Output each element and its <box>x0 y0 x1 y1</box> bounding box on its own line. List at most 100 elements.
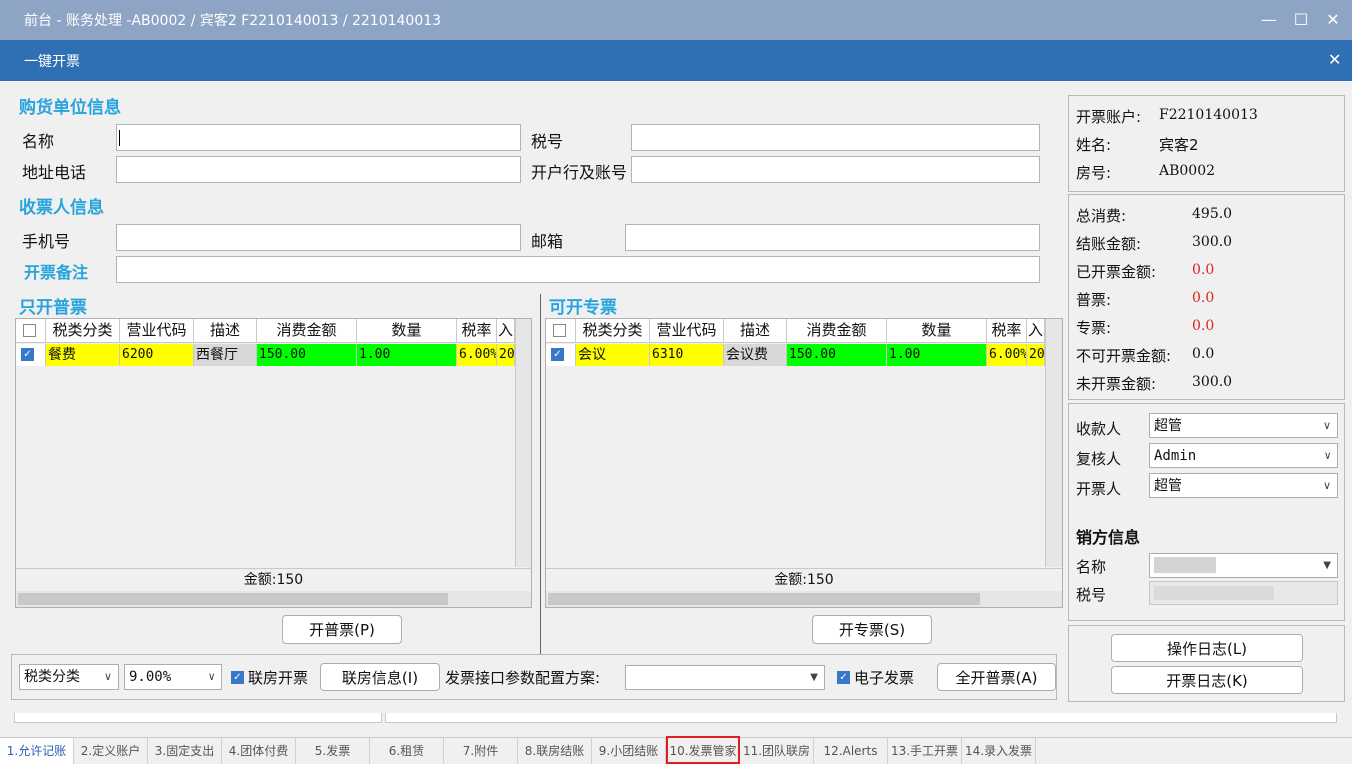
chevron-down-icon: ∨ <box>1324 449 1331 462</box>
col-header[interactable]: 营业代码 <box>650 319 724 343</box>
dialog-header: 一键开票 ✕ <box>0 40 1352 81</box>
reviewer-select[interactable]: Admin ∨ <box>1149 443 1338 468</box>
table-cell[interactable]: 会议 <box>576 344 650 366</box>
seller-name-label: 名称 <box>1076 558 1107 576</box>
tab-11[interactable]: 11.团队联房 <box>740 738 814 764</box>
tax-rate-select[interactable]: 9.00% ∨ <box>124 664 222 690</box>
tab-13[interactable]: 13.手工开票 <box>888 738 962 764</box>
tab-1[interactable]: 1.允许记账 <box>0 738 74 764</box>
tab-7[interactable]: 7.附件 <box>444 738 518 764</box>
tax-rate-value: 9.00% <box>129 669 172 685</box>
receiver-section-title: 收票人信息 <box>19 198 104 218</box>
tab-5[interactable]: 5.发票 <box>296 738 370 764</box>
table-cell[interactable]: 6310 <box>650 344 724 366</box>
vertical-scrollbar[interactable] <box>1045 319 1062 567</box>
table-cell[interactable]: 会议费 <box>724 344 787 366</box>
phone-input[interactable] <box>116 224 521 251</box>
row-checkbox[interactable]: ✓ <box>21 348 34 361</box>
horizontal-scrollbar[interactable] <box>16 591 531 607</box>
table-cell[interactable]: 20 <box>1027 344 1045 366</box>
issue-all-normal-button[interactable]: 全开普票(A) <box>937 663 1056 691</box>
invoice-log-button[interactable]: 开票日志(K) <box>1111 666 1303 694</box>
horizontal-scrollbar[interactable] <box>546 591 1062 607</box>
chevron-down-icon: ∨ <box>208 670 215 683</box>
select-all-checkbox[interactable] <box>553 324 566 337</box>
col-header[interactable]: 消费金额 <box>787 319 887 343</box>
operation-log-button[interactable]: 操作日志(L) <box>1111 634 1303 662</box>
col-header[interactable]: 入 <box>497 319 515 343</box>
summary-value: 300.0 <box>1192 374 1233 390</box>
buyer-taxno-input[interactable] <box>631 124 1040 151</box>
buyer-bank-input[interactable] <box>631 156 1040 183</box>
col-header[interactable]: 税率 <box>457 319 497 343</box>
einvoice-checkbox[interactable]: ✓ <box>837 671 850 684</box>
vertical-scrollbar[interactable] <box>515 319 531 567</box>
special-invoice-total: 金额:150 <box>546 568 1062 590</box>
tab-6[interactable]: 6.租赁 <box>370 738 444 764</box>
tab-3[interactable]: 3.固定支出 <box>148 738 222 764</box>
col-header[interactable]: 描述 <box>194 319 257 343</box>
email-label: 邮箱 <box>531 232 564 251</box>
payee-select[interactable]: 超管 ∨ <box>1149 413 1338 438</box>
seller-section-title: 销方信息 <box>1076 528 1141 547</box>
tab-2[interactable]: 2.定义账户 <box>74 738 148 764</box>
col-header[interactable]: 消费金额 <box>257 319 357 343</box>
tab-8[interactable]: 8.联房结账 <box>518 738 592 764</box>
maximize-icon[interactable]: ☐ <box>1288 8 1314 32</box>
issue-special-invoice-button[interactable]: 开专票(S) <box>812 615 932 644</box>
tax-category-select[interactable]: 税类分类 ∨ <box>19 664 119 690</box>
select-all-checkbox[interactable] <box>23 324 36 337</box>
joint-room-checkbox-label[interactable]: 联房开票 <box>248 667 308 688</box>
tab-4[interactable]: 4.团体付费 <box>222 738 296 764</box>
table-cell[interactable]: 1.00 <box>357 344 457 366</box>
special-invoice-grid: 税类分类 营业代码 描述 消费金额 数量 税率 入 ✓ 会议 6310 会议费 … <box>545 318 1063 608</box>
table-cell[interactable]: 6.00% <box>987 344 1027 366</box>
col-header[interactable]: 描述 <box>724 319 787 343</box>
col-header[interactable]: 数量 <box>887 319 987 343</box>
col-header[interactable]: 入 <box>1027 319 1045 343</box>
dialog-title: 一键开票 <box>24 54 80 70</box>
buyer-name-input[interactable] <box>116 124 521 151</box>
col-header[interactable]: 税率 <box>987 319 1027 343</box>
email-input[interactable] <box>625 224 1040 251</box>
col-header[interactable]: 数量 <box>357 319 457 343</box>
col-header[interactable]: 营业代码 <box>120 319 194 343</box>
room-value: AB0002 <box>1159 163 1216 179</box>
seller-name-select[interactable]: ▼ <box>1149 553 1338 578</box>
table-cell[interactable]: 6.00% <box>457 344 497 366</box>
col-header[interactable]: 税类分类 <box>576 319 650 343</box>
special-invoice-section-title: 可开专票 <box>549 298 617 318</box>
scheme-select[interactable]: ▼ <box>625 665 825 690</box>
summary-label: 普票: <box>1076 291 1112 309</box>
summary-value: 300.0 <box>1192 234 1233 250</box>
table-cell[interactable]: 餐费 <box>46 344 120 366</box>
logs-panel: 操作日志(L) 开票日志(K) <box>1068 625 1345 702</box>
tab-9[interactable]: 9.小团结账 <box>592 738 666 764</box>
table-cell[interactable]: 1.00 <box>887 344 987 366</box>
payee-label: 收款人 <box>1076 420 1122 438</box>
tab-14[interactable]: 14.录入发票 <box>962 738 1036 764</box>
buyer-address-label: 地址电话 <box>22 163 87 182</box>
tab-12[interactable]: 12.Alerts <box>814 738 888 764</box>
panel-divider <box>540 294 541 654</box>
remark-input[interactable] <box>116 256 1040 283</box>
close-window-icon[interactable]: ✕ <box>1320 8 1346 32</box>
table-cell[interactable]: 6200 <box>120 344 194 366</box>
col-header[interactable]: 税类分类 <box>46 319 120 343</box>
close-dialog-icon[interactable]: ✕ <box>1328 50 1341 69</box>
table-cell[interactable]: 150.00 <box>257 344 357 366</box>
payee-value: 超管 <box>1154 418 1182 434</box>
joint-room-info-button[interactable]: 联房信息(I) <box>320 663 440 691</box>
tab-10[interactable]: 10.发票管家 <box>666 736 740 764</box>
joint-room-checkbox[interactable]: ✓ <box>231 671 244 684</box>
row-checkbox[interactable]: ✓ <box>551 348 564 361</box>
buyer-address-input[interactable] <box>116 156 521 183</box>
table-cell[interactable]: 150.00 <box>787 344 887 366</box>
minimize-icon[interactable]: — <box>1256 8 1282 32</box>
table-cell[interactable]: 西餐厅 <box>194 344 257 366</box>
scheme-label: 发票接口参数配置方案: <box>445 669 601 687</box>
issue-normal-invoice-button[interactable]: 开普票(P) <box>282 615 402 644</box>
einvoice-checkbox-label[interactable]: 电子发票 <box>854 667 914 688</box>
drawer-select[interactable]: 超管 ∨ <box>1149 473 1338 498</box>
table-cell[interactable]: 20 <box>497 344 515 366</box>
